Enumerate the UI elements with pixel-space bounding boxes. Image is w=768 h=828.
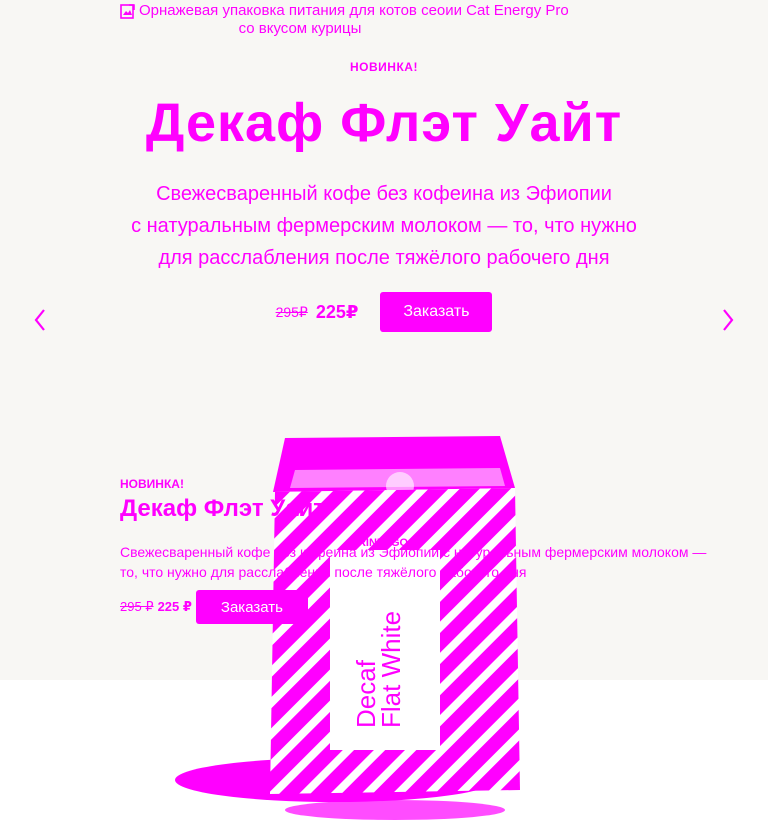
order-button[interactable]: Заказать (380, 292, 493, 332)
slide-title-secondary: Декаф Флэт Уайт (120, 495, 326, 522)
new-badge: НОВИНКА! (350, 60, 418, 74)
broken-image-icon (120, 3, 135, 19)
broken-image-alt-line1: Орнажевая упаковка питания для котов сео… (139, 2, 569, 19)
can-label-line2: Flat White (376, 611, 406, 728)
slide-description-secondary: Свежесваренный кофе без кофеина из Эфиоп… (120, 544, 707, 580)
slide-description-line: с натуральным фермерским молоком — то, ч… (131, 215, 637, 237)
slide-description-line: Свежесваренный кофе без кофеина из Эфиоп… (156, 183, 612, 205)
price-row: 295₽ 225₽ Заказать (0, 292, 768, 332)
new-badge-secondary: НОВИНКА! (120, 477, 184, 491)
broken-image-alt: Орнажевая упаковка питания для котов сео… (120, 2, 640, 38)
chevron-right-icon (723, 309, 734, 331)
order-button-secondary[interactable]: Заказать (195, 590, 308, 624)
product-can-image: DRINK2GO Decaf Flat White (175, 436, 520, 820)
slide-description: Свежесваренный кофе без кофеина из Эфиоп… (0, 178, 768, 274)
new-price: 225₽ (315, 301, 359, 322)
slider-prev-button[interactable] (32, 306, 48, 334)
price-row-secondary: 295 ₽ 225 ₽ Заказать (120, 590, 308, 624)
old-price-secondary: 295 ₽ (120, 599, 154, 614)
chevron-left-icon (34, 309, 45, 331)
old-price: 295₽ (275, 303, 308, 320)
slide-title: Декаф Флэт Уайт (145, 93, 623, 153)
broken-image-alt-line2: со вкусом курицы (238, 20, 362, 37)
slider-next-button[interactable] (720, 306, 736, 334)
new-price-secondary: 225 ₽ (157, 599, 192, 614)
slide-description-line: для расслабления после тяжёлого рабочего… (158, 247, 610, 269)
